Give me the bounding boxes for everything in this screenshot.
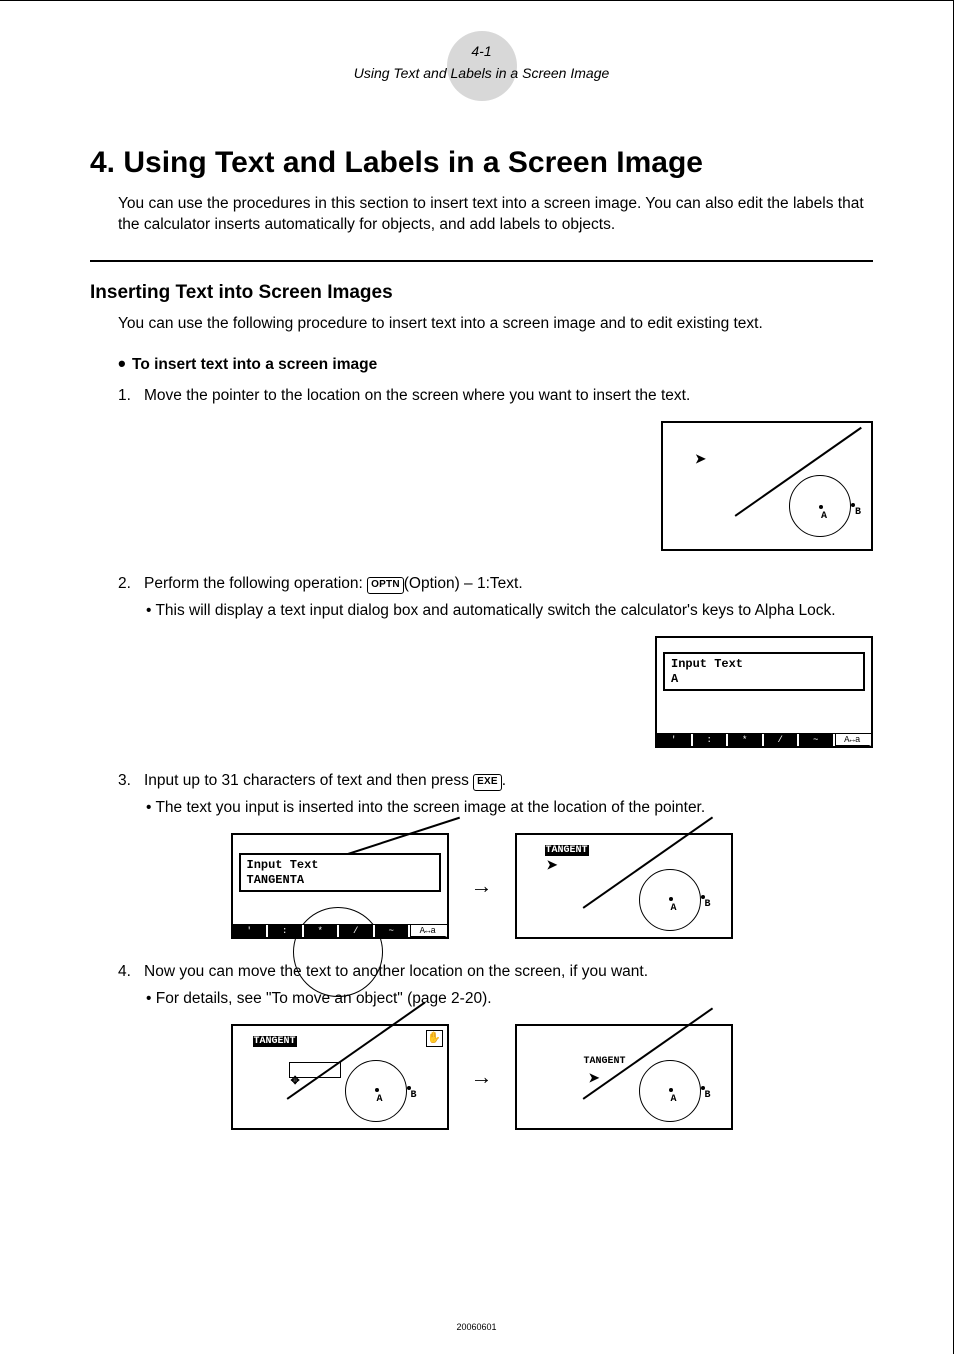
dialog-title: Input Text [247, 858, 433, 873]
arrow-icon: → [471, 1064, 493, 1090]
page-title: 4. Using Text and Labels in a Screen Ima… [90, 146, 873, 180]
calc-screenshot-4b: TANGENT ➤ A B [515, 1024, 733, 1130]
softkey-4: / [339, 925, 375, 937]
page-number: 4-1 [90, 43, 873, 59]
label-a: A [671, 903, 677, 914]
input-text-dialog: Input Text TANGENTA [239, 853, 441, 892]
softkey-3: * [728, 734, 764, 746]
softkey-6: A↔a [835, 734, 872, 746]
softkey-4: / [764, 734, 800, 746]
dialog-cursor: A [671, 672, 857, 687]
label-b: B [705, 1090, 711, 1101]
divider [90, 260, 873, 262]
point-a [669, 1088, 673, 1092]
step-4-bullet: For details, see "To move an object" (pa… [144, 988, 873, 1010]
tangent-text-selected: TANGENT [545, 845, 589, 856]
softkey-2: : [693, 734, 729, 746]
step-3-bullet: The text you input is inserted into the … [144, 797, 873, 819]
point-a [375, 1088, 379, 1092]
circle-shape [293, 907, 383, 997]
label-b: B [855, 507, 861, 518]
step-3-text-after: . [502, 772, 506, 789]
grab-cursor-icon: ✥ [291, 1074, 300, 1087]
label-a: A [821, 511, 827, 522]
step-2: 2. Perform the following operation: OPTN… [118, 573, 873, 622]
step-4-text: Now you can move the text to another loc… [144, 963, 648, 980]
step-2-text-after: (Option) – 1:Text. [404, 575, 523, 592]
optn-key-icon: OPTN [367, 577, 404, 594]
dialog-title: Input Text [671, 657, 857, 672]
pointer-cursor-icon: ➤ [589, 1070, 600, 1086]
subsection-heading-text: To insert text into a screen image [132, 356, 377, 373]
label-b: B [411, 1090, 417, 1101]
step-2-text-before: Perform the following operation: [144, 575, 367, 592]
softkey-3: * [304, 925, 340, 937]
step-3-num: 3. [118, 770, 144, 819]
intro-paragraph: You can use the procedures in this secti… [118, 194, 873, 236]
arrow-icon: → [471, 873, 493, 899]
softkey-bar: ' : * / ~ A↔a [657, 733, 871, 746]
step-1: 1. Move the pointer to the location on t… [118, 385, 873, 407]
dialog-typed: TANGENTA [247, 873, 433, 888]
page-caption: Using Text and Labels in a Screen Image [242, 65, 722, 81]
label-a: A [671, 1094, 677, 1105]
calc-screenshot-2: Input Text A ' : * / ~ A↔a [655, 636, 873, 748]
calc-screenshot-3a: Input Text TANGENTA ' : * / ~ A↔a [231, 833, 449, 939]
tangent-text-selected: TANGENT [253, 1036, 297, 1047]
calc-screenshot-1: ➤ A B [661, 421, 873, 551]
label-a: A [377, 1094, 383, 1105]
step-3-text-before: Input up to 31 characters of text and th… [144, 772, 473, 789]
pointer-cursor-icon: ➤ [695, 451, 706, 467]
softkey-1: ' [657, 734, 693, 746]
calc-screenshot-4a: TANGENT ✋ ✥ A B [231, 1024, 449, 1130]
softkey-5: ~ [799, 734, 835, 746]
page-header: 4-1 Using Text and Labels in a Screen Im… [90, 31, 873, 106]
input-text-dialog: Input Text A [663, 652, 865, 691]
softkey-bar: ' : * / ~ A↔a [233, 924, 447, 937]
pointer-cursor-icon: ➤ [547, 857, 558, 873]
step-4: 4. Now you can move the text to another … [118, 961, 873, 1010]
section-intro: You can use the following procedure to i… [118, 314, 873, 335]
softkey-1: ' [233, 925, 269, 937]
hand-tool-icon: ✋ [426, 1030, 443, 1047]
tangent-text: TANGENT [583, 1056, 627, 1067]
point-a [669, 897, 673, 901]
softkey-6: A↔a [410, 925, 447, 937]
softkey-2: : [268, 925, 304, 937]
calc-screenshot-3b: TANGENT ➤ A B [515, 833, 733, 939]
step-4-num: 4. [118, 961, 144, 1010]
section-heading: Inserting Text into Screen Images [90, 282, 873, 304]
step-2-num: 2. [118, 573, 144, 622]
step-3: 3. Input up to 31 characters of text and… [118, 770, 873, 819]
footer-code: 20060601 [0, 1322, 953, 1332]
label-b: B [705, 899, 711, 910]
step-1-num: 1. [118, 385, 144, 407]
subsection-heading: • To insert text into a screen image [118, 351, 873, 377]
step-1-text: Move the pointer to the location on the … [144, 387, 690, 404]
softkey-5: ~ [375, 925, 411, 937]
step-2-bullet: This will display a text input dialog bo… [144, 600, 873, 622]
exe-key-icon: EXE [473, 774, 502, 791]
